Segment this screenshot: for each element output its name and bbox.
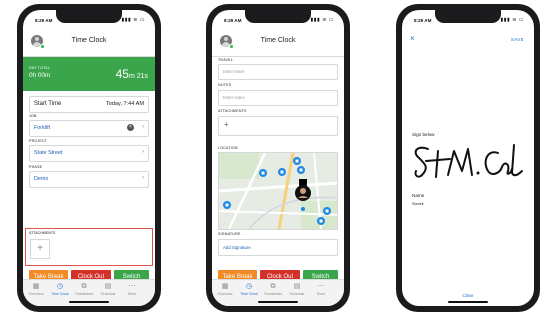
signal-wifi-battery-icon: ▮▮▮ ≋ ▭ (121, 17, 145, 23)
tab-overview[interactable]: ▦ Overview (214, 283, 236, 296)
attachments-label: ATTACHMENTS (29, 231, 56, 235)
travel-input[interactable]: Enter travel (218, 64, 338, 80)
phone-time-clock: 8:29 AM ▮▮▮ ≋ ▭ Time Clock DAY TOTAL 0h … (17, 4, 161, 312)
calendar-icon: ▤ (293, 283, 301, 290)
signature-pad[interactable] (410, 141, 526, 187)
notch (56, 10, 122, 23)
sign-below-label: Sign below (412, 132, 435, 137)
elapsed-timer: 45m 21s (116, 67, 148, 81)
add-signature-link[interactable]: Add Signature (223, 245, 251, 250)
calendar-icon: ▤ (104, 283, 112, 290)
tab-overview[interactable]: ▦ Overview (25, 283, 47, 296)
signature-section-label: SIGNATURE (218, 232, 241, 236)
project-select[interactable]: State Street › (29, 145, 149, 162)
overview-icon: ▦ (221, 283, 229, 290)
home-indicator (69, 301, 109, 303)
add-attachment-button[interactable]: + (224, 120, 229, 129)
elapsed-main: 45 (115, 67, 129, 81)
tab-schedule[interactable]: ▤ Schedule (286, 283, 308, 296)
location-map[interactable] (218, 152, 338, 230)
phase-section-label: PHASE (29, 165, 43, 169)
day-total-label: DAY TOTAL (29, 66, 51, 70)
project-value: State Street (34, 150, 63, 156)
job-select[interactable]: Forklift × › (29, 120, 149, 137)
save-button[interactable]: SAVE (511, 37, 524, 42)
app-header: Time Clock (212, 28, 344, 57)
travel-placeholder: Enter travel (223, 69, 245, 74)
clear-button[interactable]: Clear (402, 293, 534, 298)
phone-time-clock-details: 8:29 AM ▮▮▮ ≋ ▭ Time Clock TRAVEL Enter … (206, 4, 350, 312)
tab-timesheets[interactable]: ⧉ Timesheets (262, 283, 284, 296)
job-value: Forklift (34, 125, 51, 131)
tab-more[interactable]: ⋯ More (310, 283, 332, 296)
more-icon: ⋯ (317, 283, 325, 290)
day-total-banner: DAY TOTAL 0h 00m 45m 21s (23, 57, 155, 91)
notch (435, 10, 501, 23)
page-title: Time Clock (71, 37, 107, 44)
signature-stroke (414, 144, 523, 178)
project-section-label: PROJECT (29, 139, 48, 143)
overview-icon: ▦ (32, 283, 40, 290)
start-time-row[interactable]: Start Time Today, 7:44 AM (29, 96, 149, 113)
attachments-section-label: ATTACHMENTS (218, 109, 247, 113)
status-time: 8:29 AM (414, 18, 432, 23)
tab-more[interactable]: ⋯ More (121, 283, 143, 296)
add-signature-row[interactable]: Add Signature (218, 239, 338, 256)
timesheets-icon: ⧉ (81, 283, 87, 290)
elapsed-sub: m 21s (128, 73, 148, 80)
job-section-label: JOB (29, 114, 37, 118)
screen: 8:29 AM ▮▮▮ ≋ ▭ × SAVE Sign below Name S… (402, 10, 534, 306)
signal-wifi-battery-icon: ▮▮▮ ≋ ▭ (310, 17, 334, 23)
close-icon[interactable]: × (410, 34, 415, 43)
page-title: Time Clock (260, 37, 296, 44)
name-value: Stevell (412, 202, 424, 206)
notes-section-label: NOTES (218, 83, 232, 87)
home-indicator (448, 301, 488, 303)
notes-placeholder: Enter notes (223, 95, 245, 100)
attachments-box: + (218, 116, 338, 136)
add-attachment-button[interactable]: + (30, 239, 50, 259)
screen: 8:29 AM ▮▮▮ ≋ ▭ Time Clock TRAVEL Enter … (212, 10, 344, 306)
online-status-dot (40, 44, 45, 49)
travel-section-label: TRAVEL (218, 58, 233, 62)
day-total-value: 0h 00m (29, 72, 51, 79)
status-time: 8:29 AM (224, 18, 242, 23)
chevron-right-icon: › (142, 175, 144, 181)
clock-icon: ◷ (245, 283, 253, 290)
phone-signature: 8:29 AM ▮▮▮ ≋ ▭ × SAVE Sign below Name S… (396, 4, 540, 312)
chevron-right-icon: › (142, 124, 144, 130)
clear-icon[interactable]: × (127, 124, 134, 131)
chevron-right-icon: › (142, 149, 144, 155)
start-time-value: Today, 7:44 AM (105, 101, 144, 107)
tab-time-clock[interactable]: ◷ Time Clock (49, 283, 71, 296)
timesheets-icon: ⧉ (270, 283, 276, 290)
screen: 8:29 AM ▮▮▮ ≋ ▭ Time Clock DAY TOTAL 0h … (23, 10, 155, 306)
home-indicator (258, 301, 298, 303)
app-header: Time Clock (23, 28, 155, 57)
signal-wifi-battery-icon: ▮▮▮ ≋ ▭ (500, 17, 524, 23)
notes-input[interactable]: Enter notes (218, 90, 338, 106)
notch (245, 10, 311, 23)
clock-icon: ◷ (56, 283, 64, 290)
tab-schedule[interactable]: ▤ Schedule (97, 283, 119, 296)
attachments-box: ATTACHMENTS + (25, 228, 153, 266)
name-label: Name (412, 193, 425, 198)
phase-value: Demo (34, 176, 49, 182)
status-time: 8:29 AM (35, 18, 53, 23)
map-graphic (219, 153, 337, 229)
tab-time-clock[interactable]: ◷ Time Clock (238, 283, 260, 296)
online-status-dot (229, 44, 234, 49)
phase-select[interactable]: Demo › (29, 171, 149, 188)
location-section-label: LOCATION (218, 146, 238, 150)
more-icon: ⋯ (128, 283, 136, 290)
start-time-label: Start Time (34, 101, 62, 107)
tab-timesheets[interactable]: ⧉ Timesheets (73, 283, 95, 296)
